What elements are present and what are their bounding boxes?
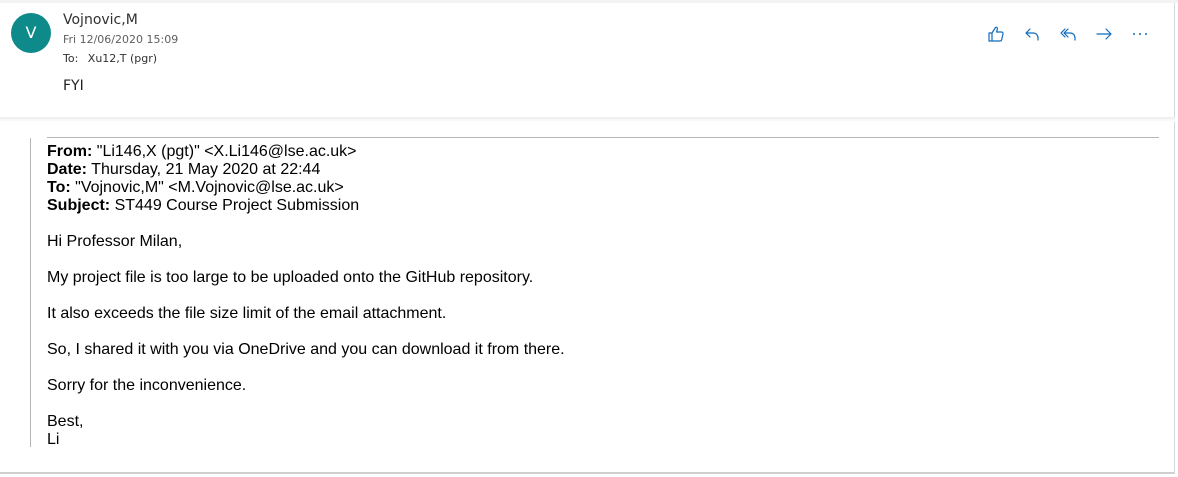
thumbs-up-icon	[988, 26, 1004, 42]
recipient-line: To: Xu12,T (pgr)	[63, 52, 157, 65]
more-icon	[1133, 33, 1147, 35]
quoted-message: From: "Li146,X (pgt)" <X.Li146@lse.ac.uk…	[47, 143, 565, 449]
to-label: To:	[63, 52, 79, 65]
quoted-from-label: From:	[47, 143, 93, 160]
reply-button[interactable]	[1014, 20, 1050, 48]
avatar[interactable]: V	[11, 13, 51, 53]
quoted-to-value: "Vojnovic,M" <M.Vojnovic@lse.ac.uk>	[70, 179, 344, 196]
quoted-date-line: Date: Thursday, 21 May 2020 at 22:44	[47, 161, 565, 179]
quoted-from-line: From: "Li146,X (pgt)" <X.Li146@lse.ac.uk…	[47, 143, 565, 161]
quoted-subject-line: Subject: ST449 Course Project Submission	[47, 197, 565, 215]
quoted-subject-label: Subject:	[47, 197, 111, 214]
quoted-to-line: To: "Vojnovic,M" <M.Vojnovic@lse.ac.uk>	[47, 179, 565, 197]
paragraph: Sorry for the inconvenience.	[47, 377, 247, 394]
quoted-from-value: "Li146,X (pgt)" <X.Li146@lse.ac.uk>	[92, 143, 357, 160]
signoff: Best,	[47, 413, 84, 430]
paragraph: My project file is too large to be uploa…	[47, 269, 534, 286]
sender-name[interactable]: Vojnovic,M	[63, 12, 138, 28]
paragraph: So, I shared it with you via OneDrive an…	[47, 341, 565, 358]
reply-icon	[1025, 28, 1039, 41]
quoted-subject-value: ST449 Course Project Submission	[110, 197, 360, 214]
message-body-intro: FYI	[63, 78, 84, 94]
forward-icon	[1096, 28, 1112, 40]
quoted-header-rule	[47, 137, 1159, 138]
message-actions	[978, 20, 1158, 48]
section-divider	[0, 117, 1175, 122]
quoted-date-value: Thursday, 21 May 2020 at 22:44	[87, 161, 321, 178]
more-button[interactable]	[1122, 20, 1158, 48]
forward-button[interactable]	[1086, 20, 1122, 48]
like-button[interactable]	[978, 20, 1014, 48]
reply-all-icon	[1060, 28, 1076, 41]
quoted-date-label: Date:	[47, 161, 88, 178]
reply-all-button[interactable]	[1050, 20, 1086, 48]
greeting: Hi Professor Milan,	[47, 233, 183, 250]
paragraph: It also exceeds the file size limit of t…	[47, 305, 447, 322]
message-datetime: Fri 12/06/2020 15:09	[63, 33, 179, 46]
signature: Li	[47, 431, 60, 448]
recipient-name[interactable]: Xu12,T (pgr)	[88, 52, 157, 65]
quoted-to-label: To:	[47, 179, 71, 196]
